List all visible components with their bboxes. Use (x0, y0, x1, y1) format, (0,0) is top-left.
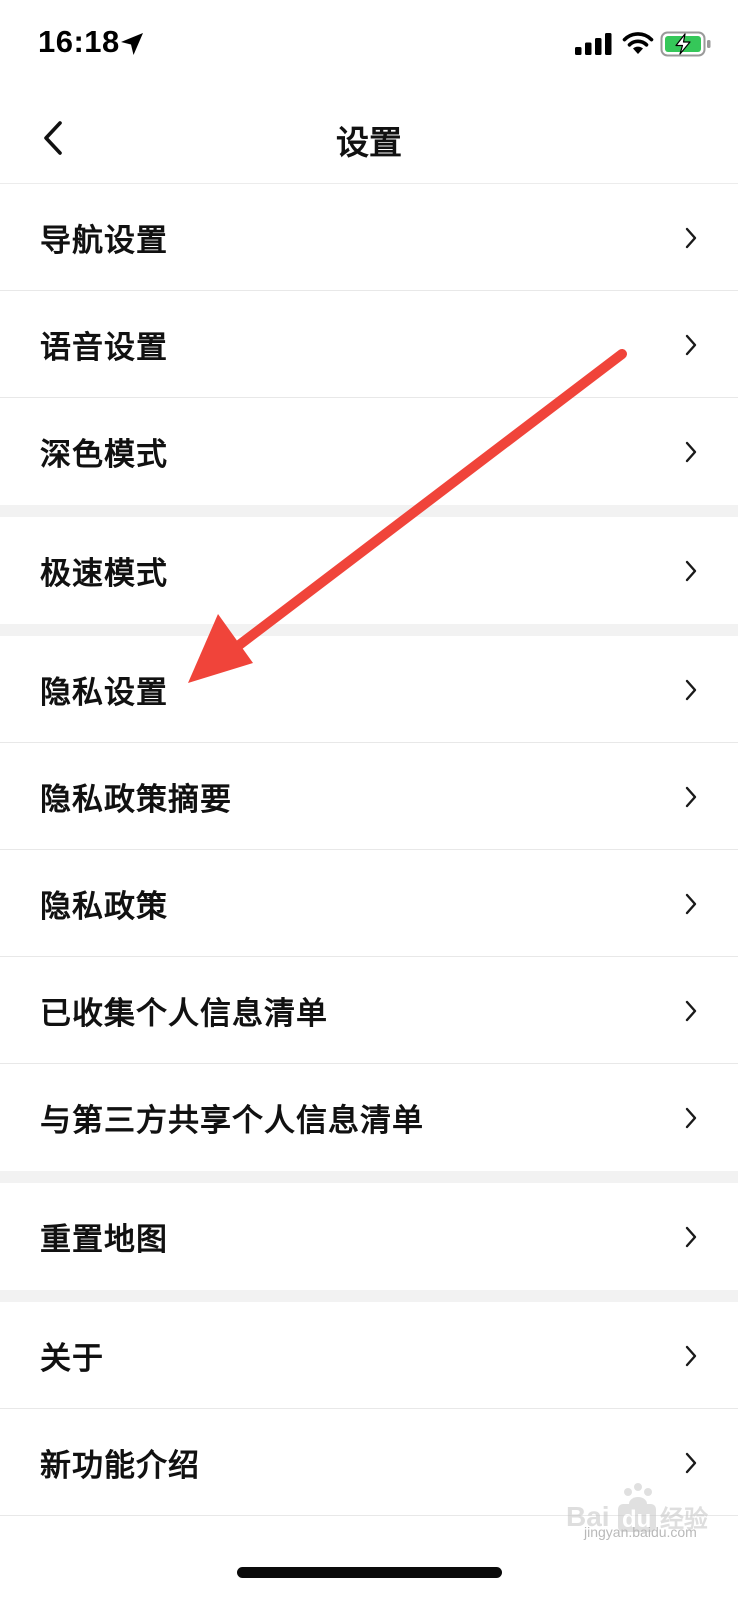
status-bar: 16:18 (0, 0, 738, 90)
chevron-right-icon (685, 227, 697, 248)
item-label: 极速模式 (40, 556, 168, 592)
chevron-right-icon (685, 1452, 697, 1473)
chevron-right-icon (685, 334, 697, 355)
navigation-bar: 设置 (0, 92, 738, 184)
third-party-shared-info-item[interactable]: 与第三方共享个人信息清单 (0, 1064, 738, 1171)
chevron-right-icon (685, 441, 697, 462)
reset-map-item[interactable]: 重置地图 (0, 1183, 738, 1290)
dark-mode-item[interactable]: 深色模式 (0, 398, 738, 505)
privacy-policy-item[interactable]: 隐私政策 (0, 850, 738, 957)
section-gap (0, 1290, 738, 1302)
chevron-right-icon (685, 1345, 697, 1366)
item-label: 已收集个人信息清单 (40, 996, 328, 1032)
section-gap (0, 624, 738, 636)
home-indicator[interactable] (237, 1567, 502, 1578)
battery-charging-icon (660, 31, 711, 57)
item-label: 语音设置 (40, 330, 168, 366)
item-label: 隐私政策 (40, 889, 168, 925)
cellular-signal-icon (575, 33, 612, 55)
chevron-right-icon (685, 1000, 697, 1021)
page-title: 设置 (336, 123, 402, 162)
privacy-policy-summary-item[interactable]: 隐私政策摘要 (0, 743, 738, 850)
status-time: 16:18 (38, 24, 120, 59)
item-label: 深色模式 (40, 437, 168, 473)
navigation-settings-item[interactable]: 导航设置 (0, 184, 738, 291)
chevron-right-icon (685, 786, 697, 807)
chevron-right-icon (685, 1226, 697, 1247)
chevron-right-icon (685, 893, 697, 914)
item-label: 隐私设置 (40, 675, 168, 711)
privacy-settings-item[interactable]: 隐私设置 (0, 636, 738, 743)
item-label: 隐私政策摘要 (40, 782, 232, 818)
section-gap (0, 505, 738, 517)
settings-screen: 16:18 设置 导航设置 语音设置 深色模式 极速模式 隐私设置 隐私政策摘要… (0, 0, 738, 1600)
chevron-right-icon (685, 679, 697, 700)
settings-list: 导航设置 语音设置 深色模式 极速模式 隐私设置 隐私政策摘要 隐私政策 已收集… (0, 184, 738, 1516)
section-gap (0, 1171, 738, 1183)
location-arrow-icon (121, 33, 143, 55)
wifi-icon (622, 32, 654, 54)
voice-settings-item[interactable]: 语音设置 (0, 291, 738, 398)
chevron-right-icon (685, 1107, 697, 1128)
watermark-url: jingyan.baidu.com (584, 1524, 697, 1540)
item-label: 新功能介绍 (40, 1448, 200, 1484)
chevron-right-icon (685, 560, 697, 581)
item-label: 重置地图 (40, 1222, 168, 1258)
item-label: 导航设置 (40, 223, 168, 259)
item-label: 与第三方共享个人信息清单 (40, 1103, 424, 1139)
collected-personal-info-item[interactable]: 已收集个人信息清单 (0, 957, 738, 1064)
about-item[interactable]: 关于 (0, 1302, 738, 1409)
item-label: 关于 (40, 1341, 104, 1377)
speed-mode-item[interactable]: 极速模式 (0, 517, 738, 624)
